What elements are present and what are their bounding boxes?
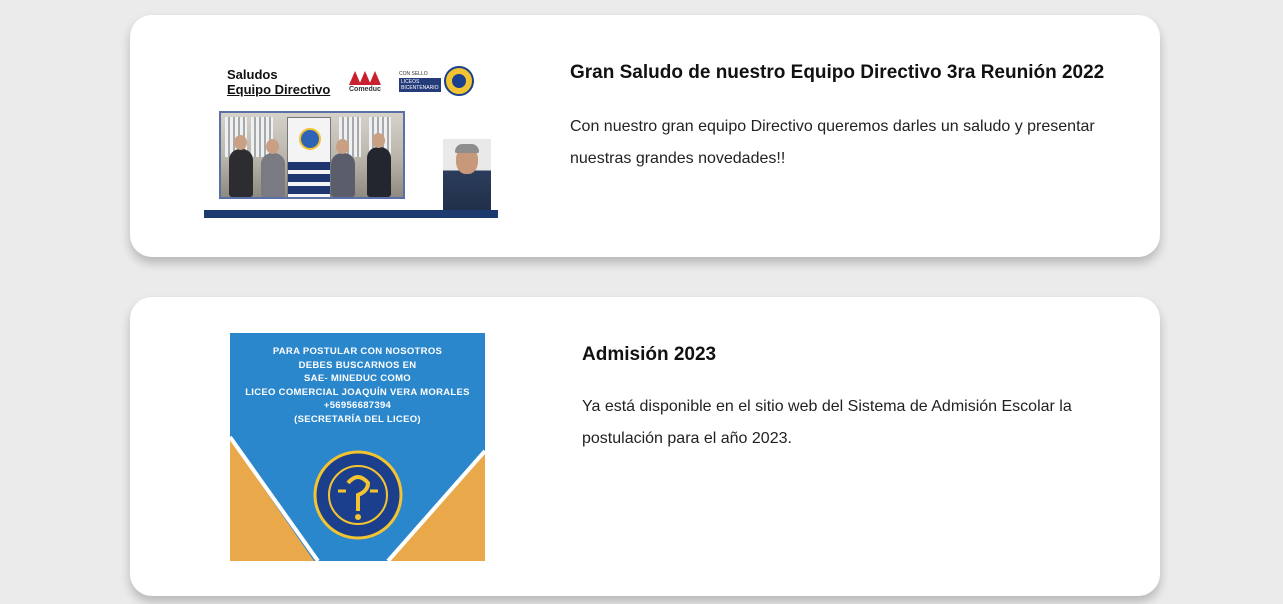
group-photo [219,111,405,199]
decorative-bar [204,210,498,218]
image-heading: Saludos Equipo Directivo [227,67,330,97]
news-title[interactable]: Admisión 2023 [582,344,716,366]
admission-poster-image[interactable]: PARA POSTULAR CON NOSOTROS DEBES BUSCARN… [230,333,485,561]
news-text: Con nuestro gran equipo Directivo querem… [570,118,1095,167]
poster-line: PARA POSTULAR CON NOSOTROS [272,346,443,357]
banner [287,117,331,197]
poster-text: PARA POSTULAR CON NOSOTROS DEBES BUSCARN… [230,345,485,426]
liceos-logo-line2: LICEOS BICENTENARIO [399,78,441,92]
poster-line: LICEO COMERCIAL JOAQUÍN VERA MORALES [245,386,470,398]
poster-line: (SECRETARÍA DEL LICEO) [294,413,421,425]
image-heading-line1: Saludos [227,67,278,82]
comeduc-logo: Comeduc [349,71,399,97]
comeduc-logo-text: Comeduc [349,86,381,93]
image-heading-line2: Equipo Directivo [227,82,331,97]
school-seal-icon [444,66,474,96]
liceos-logo-line1: CON SELLO [399,71,428,77]
portrait-photo [443,139,491,218]
news-card-admission: PARA POSTULAR CON NOSOTROS DEBES BUSCARN… [130,297,1160,596]
news-title[interactable]: Gran Saludo de nuestro Equipo Directivo … [570,62,1104,84]
news-text: Ya está disponible en el sitio web del S… [582,398,1072,447]
poster-line: SAE- MINEDUC COMO [304,373,411,384]
news-card-directive: Saludos Equipo Directivo Comeduc CON SEL… [130,15,1160,257]
poster-line: +56956687394 [323,400,392,411]
liceos-bicentenario-logo: CON SELLO LICEOS BICENTENARIO [399,71,441,97]
poster-line: DEBES BUSCARNOS EN [298,359,417,371]
directive-greeting-image[interactable]: Saludos Equipo Directivo Comeduc CON SEL… [203,65,499,221]
